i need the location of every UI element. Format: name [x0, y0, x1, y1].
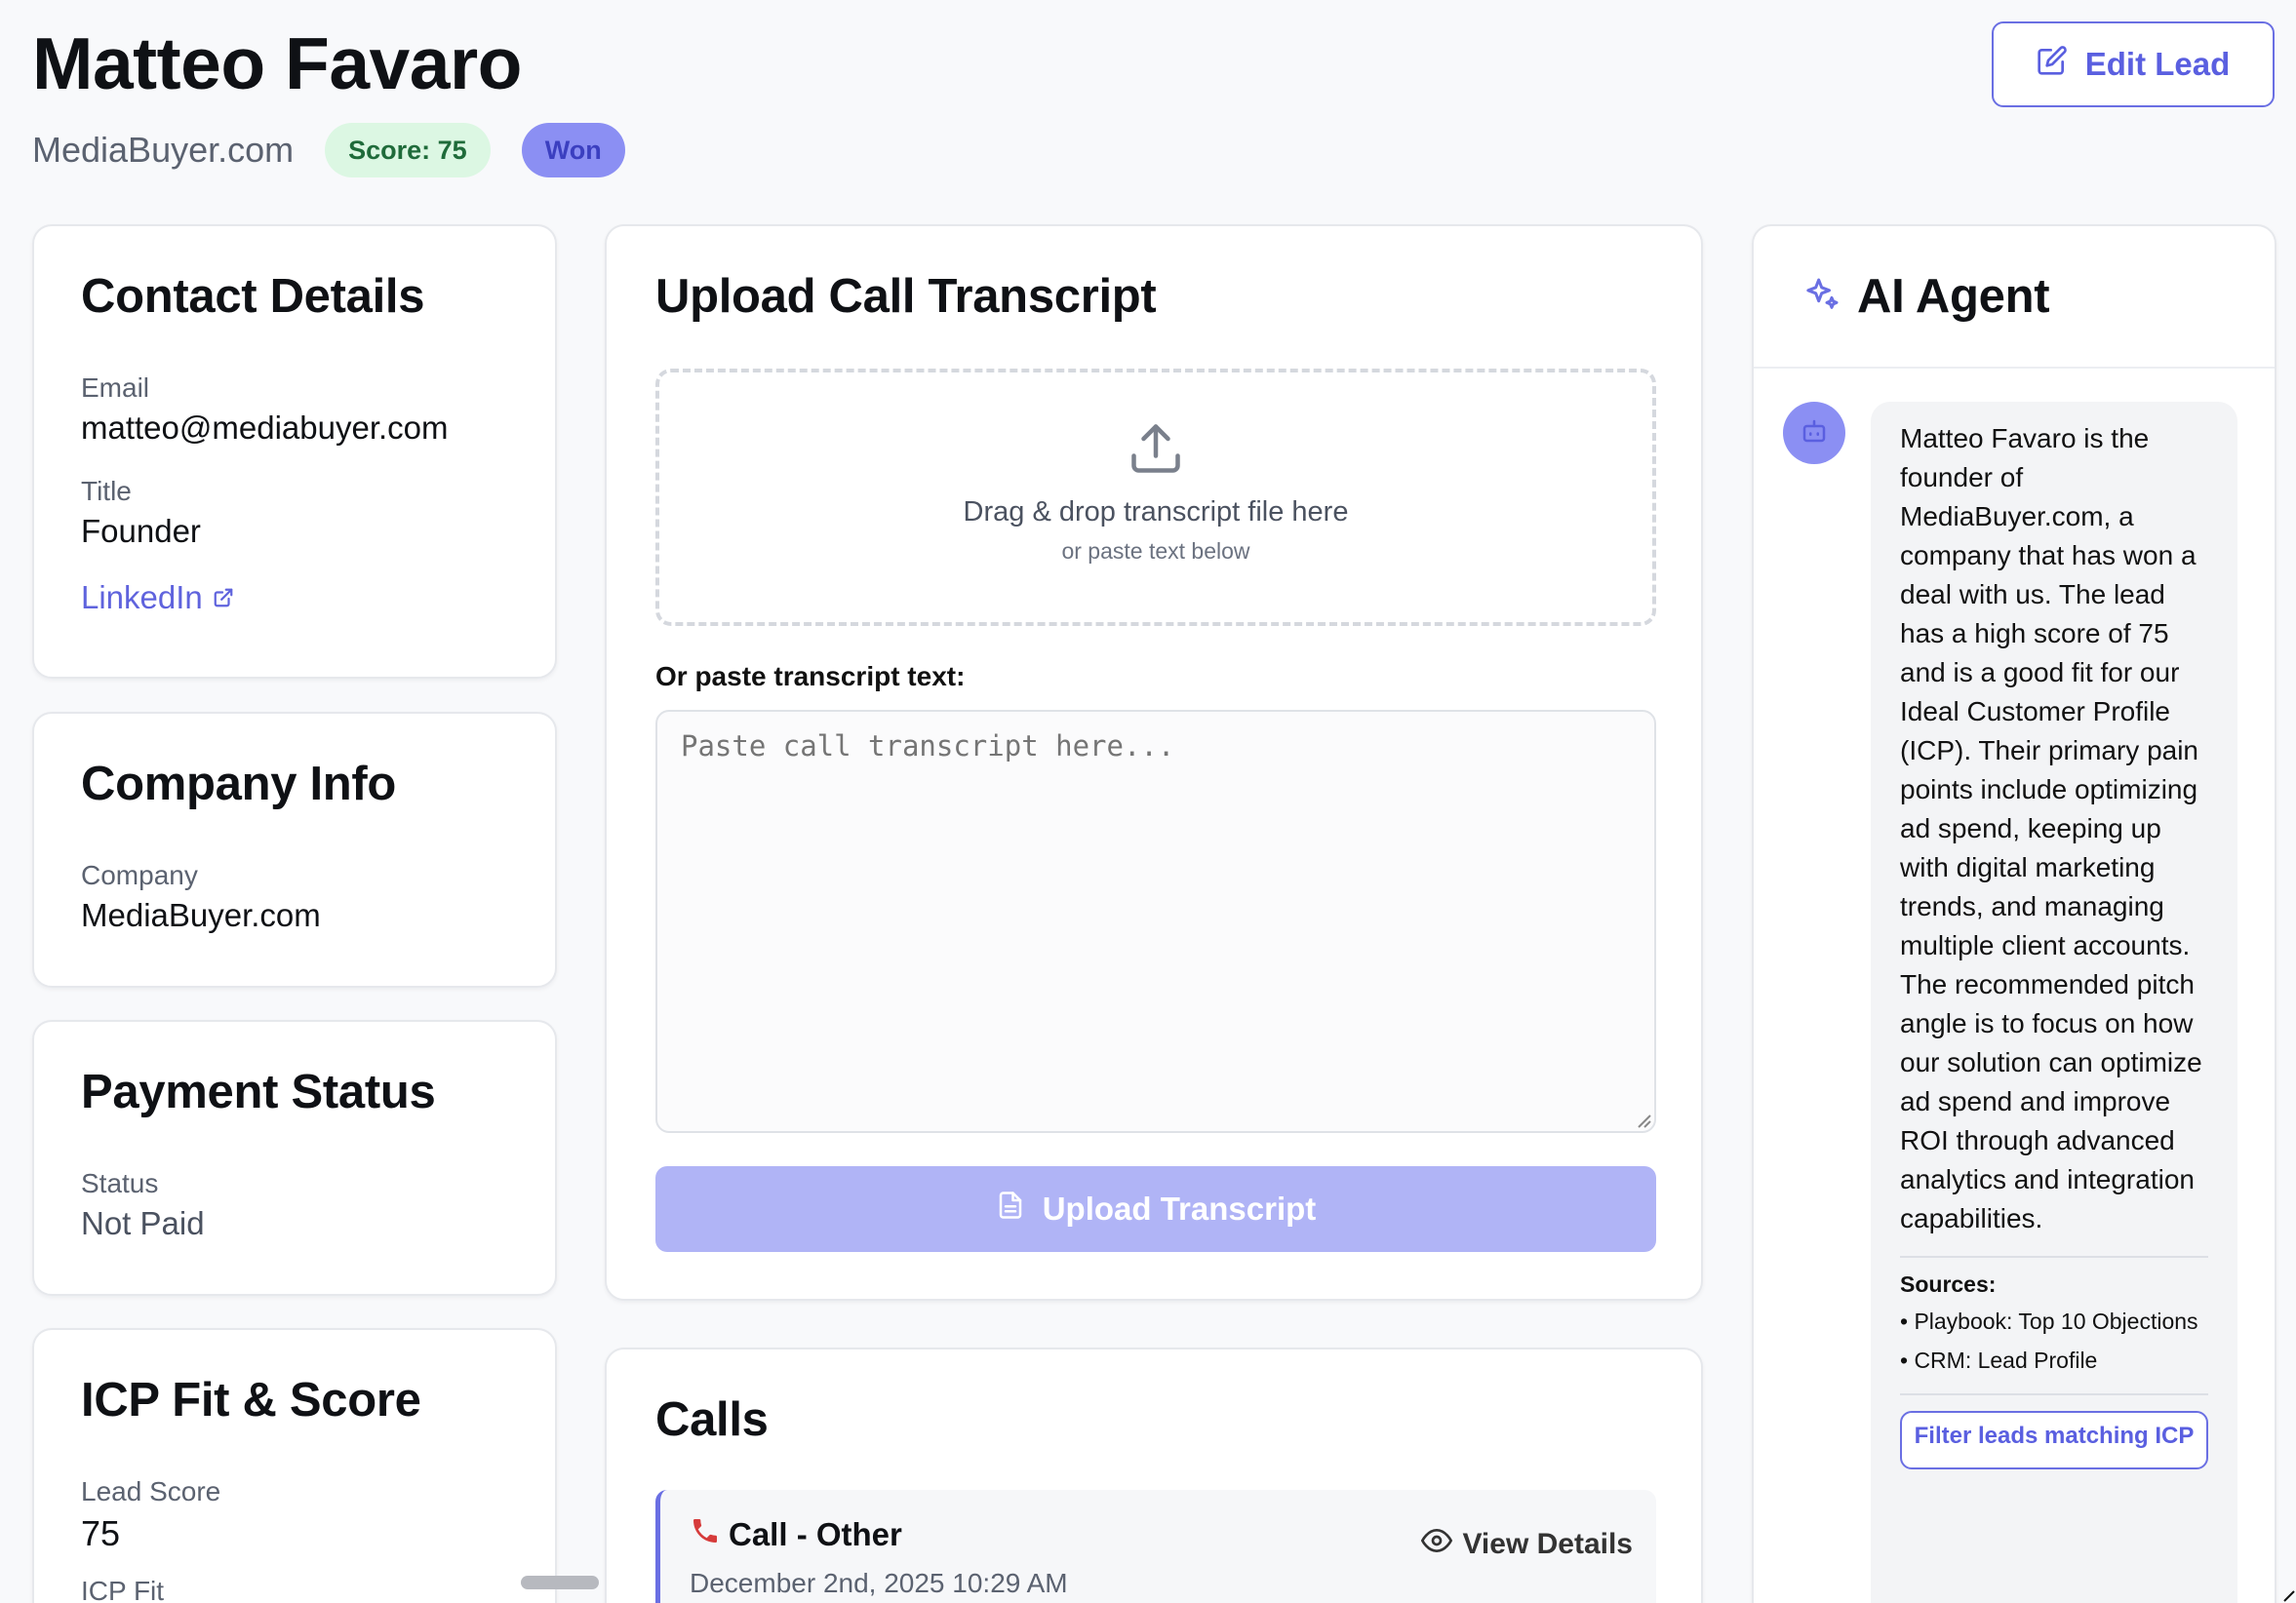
company-info-card: Company Info Company MediaBuyer.com [32, 712, 557, 988]
ai-message-text: Matteo Favaro is the founder of MediaBuy… [1900, 423, 2202, 1233]
paste-transcript-label: Or paste transcript text: [655, 661, 966, 691]
calls-card: Calls Call - Other December 2nd, 2025 10… [605, 1348, 1703, 1603]
upload-transcript-card: Upload Call Transcript Drag & drop trans… [605, 224, 1703, 1301]
divider [1900, 1256, 2208, 1258]
lead-score-value: 75 [81, 1513, 121, 1553]
source-item: • Playbook: Top 10 Objections [1900, 1309, 2198, 1334]
email-label: Email [81, 372, 150, 403]
upload-icon [1127, 419, 1185, 483]
call-list-item[interactable]: Call - Other December 2nd, 2025 10:29 AM… [655, 1490, 1656, 1603]
call-date: December 2nd, 2025 10:29 AM [690, 1568, 1068, 1598]
ai-agent-header: AI Agent [1754, 226, 2275, 369]
dropzone-text: Drag & drop transcript file here [963, 496, 1349, 528]
upload-transcript-label: Upload Transcript [1042, 1191, 1317, 1227]
email-value: matteo@mediabuyer.com [81, 410, 449, 446]
card-title: Company Info [81, 758, 397, 810]
title-label: Title [81, 476, 132, 506]
ai-message-bubble: Matteo Favaro is the founder of MediaBuy… [1871, 402, 2237, 1603]
bot-avatar [1783, 402, 1845, 464]
card-title: AI Agent [1857, 270, 2050, 323]
score-badge: Score: 75 [325, 123, 491, 177]
icp-fit-score-card: ICP Fit & Score Lead Score 75 ICP Fit [32, 1328, 557, 1603]
file-icon [996, 1191, 1025, 1228]
lead-company: MediaBuyer.com [32, 130, 295, 170]
resize-handle-icon[interactable] [1633, 1110, 1652, 1129]
card-title: Contact Details [81, 270, 425, 323]
linkedin-link[interactable]: LinkedIn [81, 579, 508, 616]
card-title: ICP Fit & Score [81, 1374, 421, 1427]
edit-icon [2037, 45, 2068, 84]
horizontal-scrollbar[interactable] [521, 1576, 599, 1589]
call-title: Call - Other [729, 1516, 902, 1552]
call-title-row: Call - Other [690, 1515, 902, 1554]
view-details-label: View Details [1462, 1528, 1633, 1560]
filter-leads-button[interactable]: Filter leads matching ICP [1900, 1411, 2208, 1469]
ai-agent-card: AI Agent Matteo Favaro is the founder of… [1752, 224, 2276, 1603]
lead-subheader: MediaBuyer.com Score: 75 Won [32, 123, 625, 177]
edit-lead-button[interactable]: Edit Lead [1992, 21, 2275, 107]
lead-detail-page: Matteo Favaro MediaBuyer.com Score: 75 W… [0, 0, 2296, 1603]
sparkles-icon [1802, 275, 1841, 319]
card-title: Payment Status [81, 1066, 436, 1118]
view-details-button[interactable]: View Details [1421, 1525, 1633, 1564]
dropzone-subtext: or paste text below [1061, 538, 1250, 564]
sources-label: Sources: [1900, 1271, 1997, 1297]
divider [1900, 1393, 2208, 1395]
card-title: Calls [655, 1393, 769, 1446]
payment-status-card: Payment Status Status Not Paid [32, 1020, 557, 1296]
payment-status-value: Not Paid [81, 1205, 205, 1241]
title-value: Founder [81, 513, 201, 549]
transcript-dropzone[interactable]: Drag & drop transcript file here or past… [655, 369, 1656, 626]
status-badge: Won [521, 123, 625, 177]
external-link-icon [213, 579, 234, 616]
edit-lead-label: Edit Lead [2084, 46, 2231, 82]
lead-score-label: Lead Score [81, 1476, 221, 1506]
icp-fit-label: ICP Fit [81, 1576, 165, 1603]
linkedin-label: LinkedIn [81, 579, 203, 615]
company-value: MediaBuyer.com [81, 897, 321, 933]
eye-icon [1421, 1525, 1453, 1564]
corner-resize-icon [2283, 1590, 2295, 1602]
phone-icon [690, 1515, 721, 1554]
bot-icon [1800, 416, 1829, 450]
card-title: Upload Call Transcript [655, 270, 1157, 323]
upload-transcript-button[interactable]: Upload Transcript [655, 1166, 1656, 1252]
payment-status-label: Status [81, 1168, 159, 1198]
company-label: Company [81, 860, 198, 890]
source-item: • CRM: Lead Profile [1900, 1348, 2098, 1373]
transcript-textarea[interactable] [655, 710, 1656, 1133]
lead-name: Matteo Favaro [32, 22, 522, 104]
contact-details-card: Contact Details Email matteo@mediabuyer.… [32, 224, 557, 679]
